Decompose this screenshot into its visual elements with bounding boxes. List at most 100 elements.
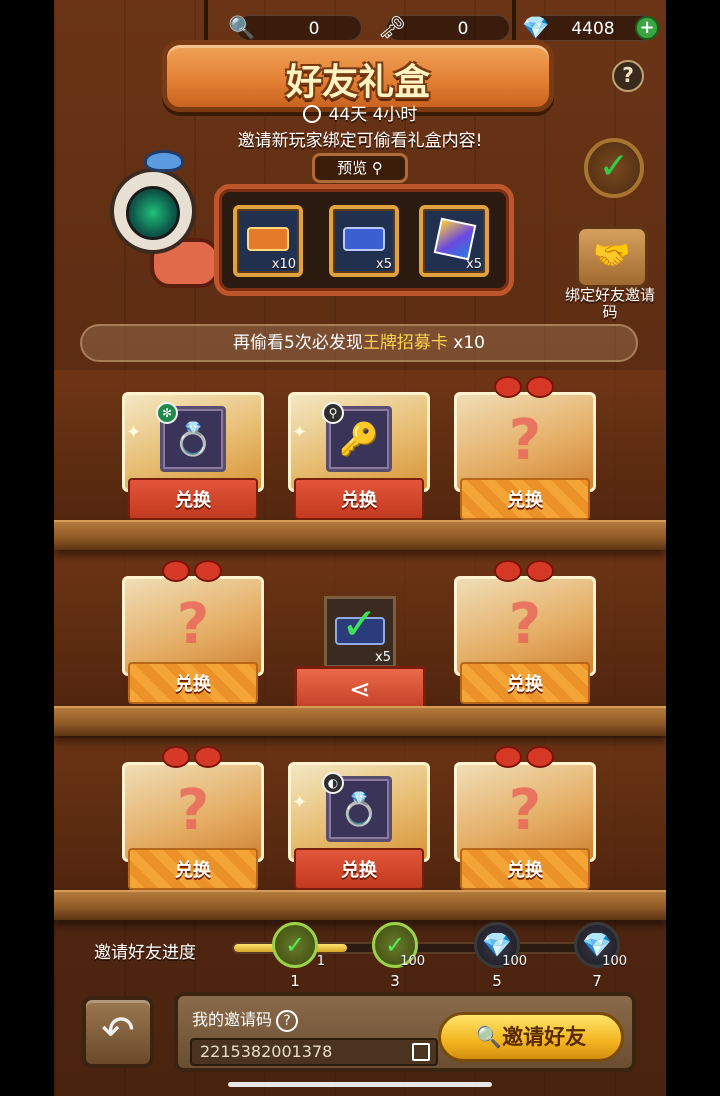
- preview-item-1[interactable]: x10: [233, 205, 303, 277]
- exchange-button[interactable]: 兑换: [128, 662, 258, 704]
- progress-node-4[interactable]: 💎 100: [574, 922, 627, 969]
- share-icon: ⋖: [349, 675, 371, 705]
- exchange-button[interactable]: 兑换: [128, 848, 258, 890]
- question-mark-icon: ?: [176, 778, 210, 843]
- key-counter: 🗝 0: [378, 15, 510, 41]
- handshake-icon: 🤝: [593, 238, 631, 273]
- sparkle-icon: ✦: [126, 422, 142, 443]
- chain-right: [512, 0, 516, 44]
- home-indicator[interactable]: [228, 1082, 492, 1087]
- checkmark-icon: ✓: [284, 931, 306, 959]
- ribbon-bow-icon: [160, 746, 226, 772]
- preview-tag[interactable]: 预览 ⚲: [312, 153, 408, 183]
- question-mark-icon: ?: [508, 408, 542, 473]
- element-badge-icon: ✻: [156, 402, 178, 424]
- search-icon: 🔍: [475, 1025, 503, 1049]
- search-icon: ⚲: [367, 159, 383, 177]
- ribbon-bow-icon: [492, 560, 558, 586]
- bind-invite-code-button[interactable]: 🤝: [576, 226, 648, 288]
- recruit-card-gold-icon: [247, 227, 289, 251]
- gift-box-locked[interactable]: ? 兑换: [454, 560, 596, 708]
- preview-item-3[interactable]: x5: [419, 205, 489, 277]
- element-badge-icon: ◐: [322, 772, 344, 794]
- checkmark-icon: ✓: [584, 138, 644, 198]
- node-reward: 100: [602, 954, 627, 969]
- back-button[interactable]: ↶: [82, 996, 154, 1068]
- exchange-button[interactable]: 兑换: [294, 478, 424, 520]
- question-mark-icon: ?: [176, 592, 210, 657]
- recruit-card-blue-icon: [343, 227, 385, 251]
- bind-invite-label[interactable]: 绑定好友邀请码: [558, 287, 662, 321]
- ribbon-bow-icon: [492, 376, 558, 402]
- gift-box-exchange[interactable]: 💍 ◐ ✦ 兑换: [288, 756, 430, 894]
- invite-friends-button[interactable]: 🔍邀请好友: [438, 1012, 624, 1062]
- progress-node-3[interactable]: 💎 100: [474, 922, 527, 969]
- preview-item-2[interactable]: x5: [329, 205, 399, 277]
- page-title: 好友礼盒: [285, 62, 430, 103]
- subtitle: 邀请新玩家绑定可偷看礼盒内容!: [237, 131, 483, 151]
- question-mark-icon: ?: [508, 592, 542, 657]
- node-count: 3: [390, 972, 400, 990]
- checkmark-icon: ✓: [341, 599, 378, 650]
- opened-gift-card: ✓ x5: [324, 596, 396, 668]
- robot-bow: [144, 150, 184, 172]
- shelf-plank-2: [54, 706, 666, 736]
- invite-progress-label: 邀请好友进度: [94, 943, 196, 963]
- gift-box-locked[interactable]: ? 兑换: [122, 746, 264, 894]
- ribbon-bow-icon: [492, 746, 558, 772]
- exchange-button[interactable]: 兑换: [460, 848, 590, 890]
- preview-item-qty: x5: [466, 257, 482, 272]
- key-count: 0: [457, 19, 469, 39]
- invite-code-help-button[interactable]: ?: [276, 1010, 299, 1032]
- game-screen: 🔍 0 🗝 0 💎 4408 + 好友礼盒 ? 44天 4小时 邀请新玩家绑定可…: [54, 0, 666, 1096]
- shelf-plank-3: [54, 890, 666, 920]
- diamond-count: 4408: [571, 19, 615, 39]
- chain-left: [204, 0, 208, 44]
- invite-code-field[interactable]: 2215382001378: [190, 1038, 438, 1066]
- robot-head: [110, 168, 196, 254]
- node-count: 7: [592, 972, 602, 990]
- gift-box-exchange[interactable]: 🔑 ⚲ ✦ 兑换: [288, 386, 430, 524]
- node-reward: 1: [316, 954, 325, 969]
- gift-box-exchange[interactable]: 💍 ✻ ✦ 兑换: [122, 386, 264, 524]
- node-count: 1: [290, 972, 300, 990]
- robot-face: [126, 186, 180, 240]
- progress-node-1[interactable]: ✓ 1: [272, 922, 325, 969]
- shelf-plank-1: [54, 520, 666, 550]
- node-reward: 100: [502, 954, 527, 969]
- magnifier-counter: 🔍 0: [228, 15, 362, 41]
- back-arrow-icon: ↶: [101, 1008, 135, 1054]
- opened-gift-qty: x5: [375, 650, 391, 665]
- preview-panel: x10 x5 x5: [214, 184, 514, 296]
- gift-box-locked[interactable]: ? 兑换: [122, 560, 264, 708]
- exchange-button[interactable]: 兑换: [460, 662, 590, 704]
- invite-code-value: 2215382001378: [200, 1042, 333, 1061]
- banner-prefix: 再偷看5次必发现: [233, 333, 363, 353]
- sparkle-icon: ✦: [292, 422, 308, 443]
- reward-hint-banner: 再偷看5次必发现王牌招募卡 x10: [80, 324, 638, 362]
- gift-box-locked[interactable]: ? 兑换: [454, 746, 596, 894]
- exchange-button[interactable]: 兑换: [294, 848, 424, 890]
- clock-icon: [302, 105, 321, 123]
- invite-code-panel: 我的邀请码? 2215382001378 🔍邀请好友: [174, 992, 636, 1072]
- opened-gift: ✓ x5 ⋖: [294, 596, 426, 720]
- mystery-cube-icon: [433, 217, 477, 261]
- gift-box-locked[interactable]: ? 兑换: [454, 376, 596, 524]
- sparkle-icon: ✦: [292, 792, 308, 813]
- progress-node-2[interactable]: ✓ 100: [372, 922, 425, 969]
- invite-friends-label: 邀请好友: [502, 1025, 587, 1049]
- node-reward: 100: [400, 954, 425, 969]
- exchange-button[interactable]: 兑换: [128, 478, 258, 520]
- banner-highlight: 王牌招募卡: [362, 333, 448, 353]
- help-button[interactable]: ?: [612, 60, 644, 92]
- invite-code-label: 我的邀请码: [192, 1010, 273, 1029]
- exchange-button[interactable]: 兑换: [460, 478, 590, 520]
- diamond-counter: 💎 4408 +: [522, 15, 659, 41]
- robot-mascot: [100, 150, 220, 300]
- copy-icon[interactable]: [412, 1043, 430, 1061]
- preview-item-qty: x10: [271, 257, 296, 272]
- event-timer: 44天 4小时: [54, 100, 666, 125]
- ribbon-bow-icon: [160, 560, 226, 586]
- preview-item-qty: x5: [376, 257, 392, 272]
- add-diamond-button[interactable]: +: [635, 16, 659, 40]
